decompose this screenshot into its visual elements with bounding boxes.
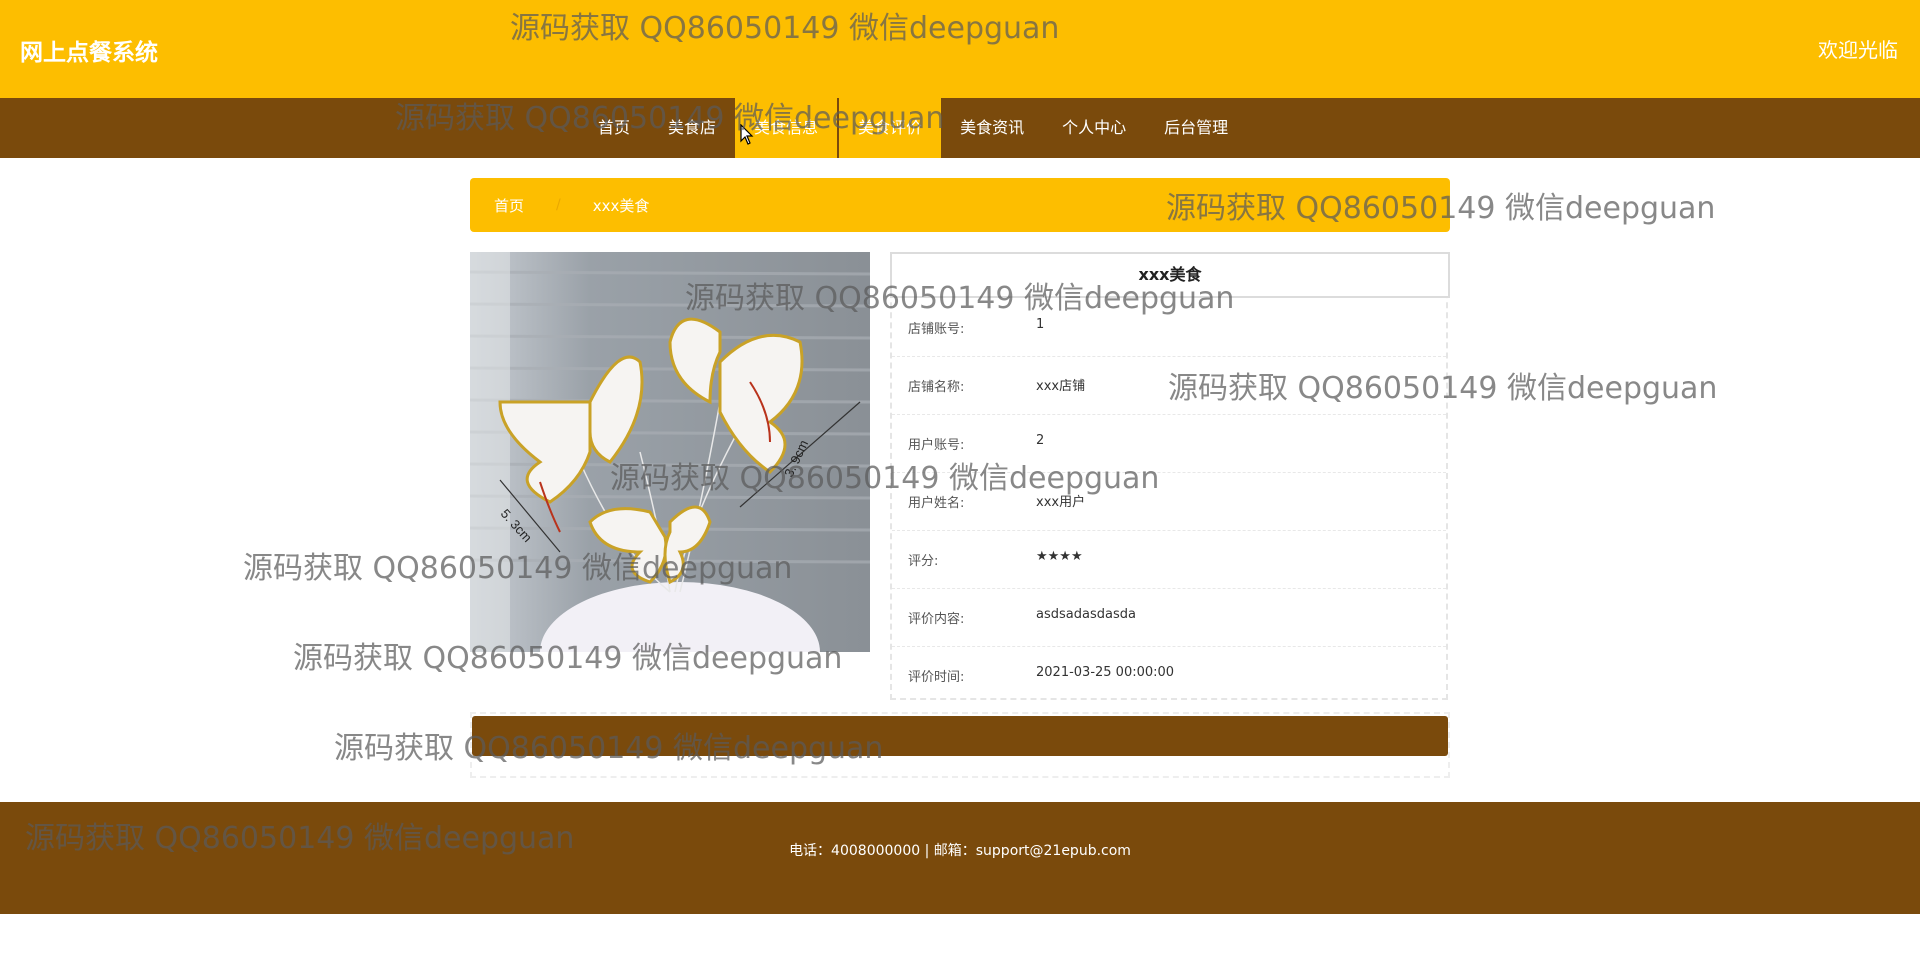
- nav-item-restaurants[interactable]: 美食店: [649, 98, 735, 158]
- detail-row-review-content: 评价内容: asdsadasdasda: [892, 588, 1446, 647]
- detail-label: 评价内容:: [908, 612, 965, 627]
- breadcrumb-current: xxx美食: [592, 196, 650, 215]
- review-detail-panel: xxx美食 店铺账号: 1 店铺名称: xxx店铺 用户账号: 2 用户姓名: …: [890, 252, 1450, 700]
- detail-row-shop-name: 店铺名称: xxx店铺: [892, 356, 1446, 415]
- main-nav: 首页 美食店 美食信息 美食评价 美食资讯 个人中心 后台管理: [0, 98, 1920, 158]
- breadcrumb: 首页 / xxx美食: [470, 178, 1450, 232]
- nav-item-food-news[interactable]: 美食资讯: [941, 98, 1043, 158]
- detail-value: asdsadasdasda: [1036, 607, 1136, 622]
- detail-row-shop-account: 店铺账号: 1: [892, 298, 1446, 357]
- footer-contact: 电话：4008000000 | 邮箱：support@21epub.com: [789, 843, 1131, 859]
- breadcrumb-home[interactable]: 首页: [494, 195, 524, 216]
- food-image: 3. 9cm 5. 3cm: [470, 252, 870, 652]
- detail-value: 2021-03-25 00:00:00: [1036, 665, 1175, 680]
- nav-item-admin[interactable]: 后台管理: [1145, 98, 1247, 158]
- detail-value: 2: [1036, 433, 1045, 448]
- nav-item-personal-center[interactable]: 个人中心: [1043, 98, 1145, 158]
- nav-items: 首页 美食店 美食信息 美食评价 美食资讯 个人中心 后台管理: [579, 98, 1247, 158]
- detail-row-review-time: 评价时间: 2021-03-25 00:00:00: [892, 646, 1446, 704]
- section-header-bar: [472, 716, 1448, 756]
- detail-title: xxx美食: [890, 252, 1450, 298]
- nav-item-home[interactable]: 首页: [579, 98, 649, 158]
- breadcrumb-separator: /: [556, 197, 561, 213]
- detail-label: 评价时间:: [908, 670, 965, 685]
- detail-label: 用户姓名:: [908, 496, 965, 511]
- detail-value: xxx用户: [1036, 495, 1086, 510]
- top-header: 网上点餐系统 欢迎光临: [0, 0, 1920, 98]
- detail-row-user-account: 用户账号: 2: [892, 414, 1446, 473]
- detail-value: xxx店铺: [1036, 379, 1086, 394]
- detail-row-rating: 评分: ★★★★: [892, 530, 1446, 589]
- detail-row-user-name: 用户姓名: xxx用户: [892, 472, 1446, 531]
- star-rating: ★★★★: [1036, 549, 1083, 564]
- detail-label: 评分:: [908, 554, 939, 569]
- detail-label: 用户账号:: [908, 438, 965, 453]
- welcome-text: 欢迎光临: [1818, 38, 1898, 62]
- detail-label: 店铺账号:: [908, 322, 965, 337]
- detail-label: 店铺名称:: [908, 380, 965, 395]
- site-title: 网上点餐系统: [20, 40, 158, 66]
- footer: 电话：4008000000 | 邮箱：support@21epub.com: [0, 802, 1920, 914]
- detail-value: 1: [1036, 317, 1045, 332]
- nav-item-food-reviews[interactable]: 美食评价: [839, 98, 942, 158]
